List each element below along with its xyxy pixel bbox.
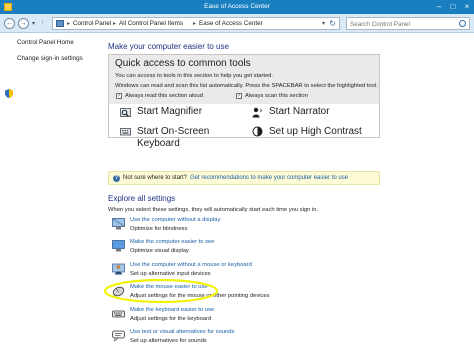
always-scan-checkbox[interactable]: ✓ — [236, 93, 242, 99]
monitor-icon — [112, 240, 125, 252]
sidebar-item-control-panel-home[interactable]: Control Panel Home — [17, 39, 74, 46]
without-mouse-keyboard-link[interactable]: Use the computer without a mouse or keyb… — [130, 262, 252, 268]
search-input[interactable] — [350, 19, 454, 29]
always-read-label[interactable]: Always read this section aloud — [125, 93, 203, 99]
magnifier-icon — [120, 108, 131, 117]
display-off-icon — [112, 218, 125, 230]
keyboard-easier-desc: Adjust settings for the keyboard — [130, 316, 212, 322]
address-field[interactable]: ▸ Control Panel ▸ All Control Panel Item… — [52, 17, 340, 30]
sidebar-item-change-sign-in-settings[interactable]: Change sign-in settings — [17, 55, 83, 62]
set-up-high-contrast-button[interactable]: Set up High Contrast — [269, 126, 362, 138]
keyboard-icon — [112, 310, 125, 318]
start-on-screen-keyboard-button[interactable]: Start On-Screen Keyboard — [137, 126, 209, 150]
forward-button[interactable]: → — [18, 18, 29, 29]
main-content: Make your computer easier to use Quick a… — [102, 34, 474, 348]
refresh-icon[interactable]: ↻ — [329, 19, 336, 28]
control-panel-icon — [56, 20, 64, 27]
quick-access-scan-info: Windows can read and scan this list auto… — [115, 83, 378, 89]
mouse-easier-desc: Adjust settings for the mouse or other p… — [130, 293, 270, 299]
title-bar: Ease of Access Center – □ × — [0, 0, 474, 14]
sidebar: Control Panel Home Change sign-in settin… — [0, 34, 102, 348]
start-narrator-button[interactable]: Start Narrator — [269, 106, 330, 118]
quick-access-header: Quick access to common tools You can acc… — [109, 55, 379, 104]
hint-question: Not sure where to start? — [123, 175, 188, 181]
without-mouse-keyboard-desc: Set up alternative input devices — [130, 271, 211, 277]
mouse-icon — [112, 286, 125, 297]
minimize-button[interactable]: – — [432, 0, 446, 14]
page-heading: Make your computer easier to use — [108, 42, 229, 51]
on-screen-keyboard-label-line1: Start On-Screen — [137, 126, 210, 137]
sound-alternatives-desc: Set up alternatives for sounds — [130, 338, 207, 344]
quick-access-title: Quick access to common tools — [115, 58, 251, 69]
search-box[interactable] — [346, 17, 470, 30]
start-magnifier-button[interactable]: Start Magnifier — [137, 106, 202, 118]
use-without-display-link[interactable]: Use the computer without a display — [130, 217, 220, 223]
sound-alternatives-link[interactable]: Use text or visual alternatives for soun… — [130, 329, 234, 335]
on-screen-keyboard-label-line2: Keyboard — [137, 138, 180, 149]
use-without-display-desc: Optimize for blindness — [130, 226, 188, 232]
close-button[interactable]: × — [460, 0, 474, 14]
speech-bubble-icon — [112, 330, 125, 342]
get-recommendations-link[interactable]: Get recommendations to make your compute… — [190, 175, 348, 181]
navigation-bar: ← → ▾ ↑ ▸ Control Panel ▸ All Control Pa… — [0, 14, 474, 33]
keyboard-easier-link[interactable]: Make the keyboard easier to use — [130, 307, 214, 313]
breadcrumb-all-items[interactable]: All Control Panel Items — [119, 20, 183, 27]
question-icon: ? — [113, 175, 120, 182]
always-scan-label[interactable]: Always scan this section — [245, 93, 308, 99]
breadcrumb-ease-of-access[interactable]: Ease of Access Center — [199, 20, 263, 27]
maximize-button[interactable]: □ — [446, 0, 460, 14]
on-screen-keyboard-icon — [120, 128, 131, 136]
breadcrumb-control-panel[interactable]: Control Panel — [73, 20, 111, 27]
mouse-easier-link[interactable]: Make the mouse easier to use — [130, 284, 208, 290]
window-title: Ease of Access Center — [204, 3, 270, 10]
always-read-checkbox[interactable]: ✓ — [116, 93, 122, 99]
narrator-icon — [252, 107, 262, 118]
person-icon — [112, 263, 125, 275]
back-button[interactable]: ← — [4, 18, 15, 29]
quick-access-panel: Quick access to common tools You can acc… — [108, 54, 380, 149]
shield-icon — [5, 89, 13, 98]
search-icon[interactable] — [459, 20, 466, 27]
easier-to-see-link[interactable]: Make the computer easier to see — [130, 239, 214, 245]
high-contrast-icon — [252, 126, 263, 137]
explore-heading: Explore all settings — [108, 194, 176, 203]
up-button[interactable]: ↑ — [41, 20, 44, 26]
address-dropdown-icon[interactable]: ▾ — [322, 20, 325, 27]
recommendation-hint: ? Not sure where to start? Get recommend… — [108, 171, 380, 185]
easier-to-see-desc: Optimize visual display — [130, 248, 189, 254]
explore-subtitle: When you select these settings, they wil… — [108, 207, 319, 213]
recent-pages-dropdown[interactable]: ▾ — [32, 20, 35, 27]
quick-access-intro: You can access to tools in this section … — [115, 73, 274, 79]
